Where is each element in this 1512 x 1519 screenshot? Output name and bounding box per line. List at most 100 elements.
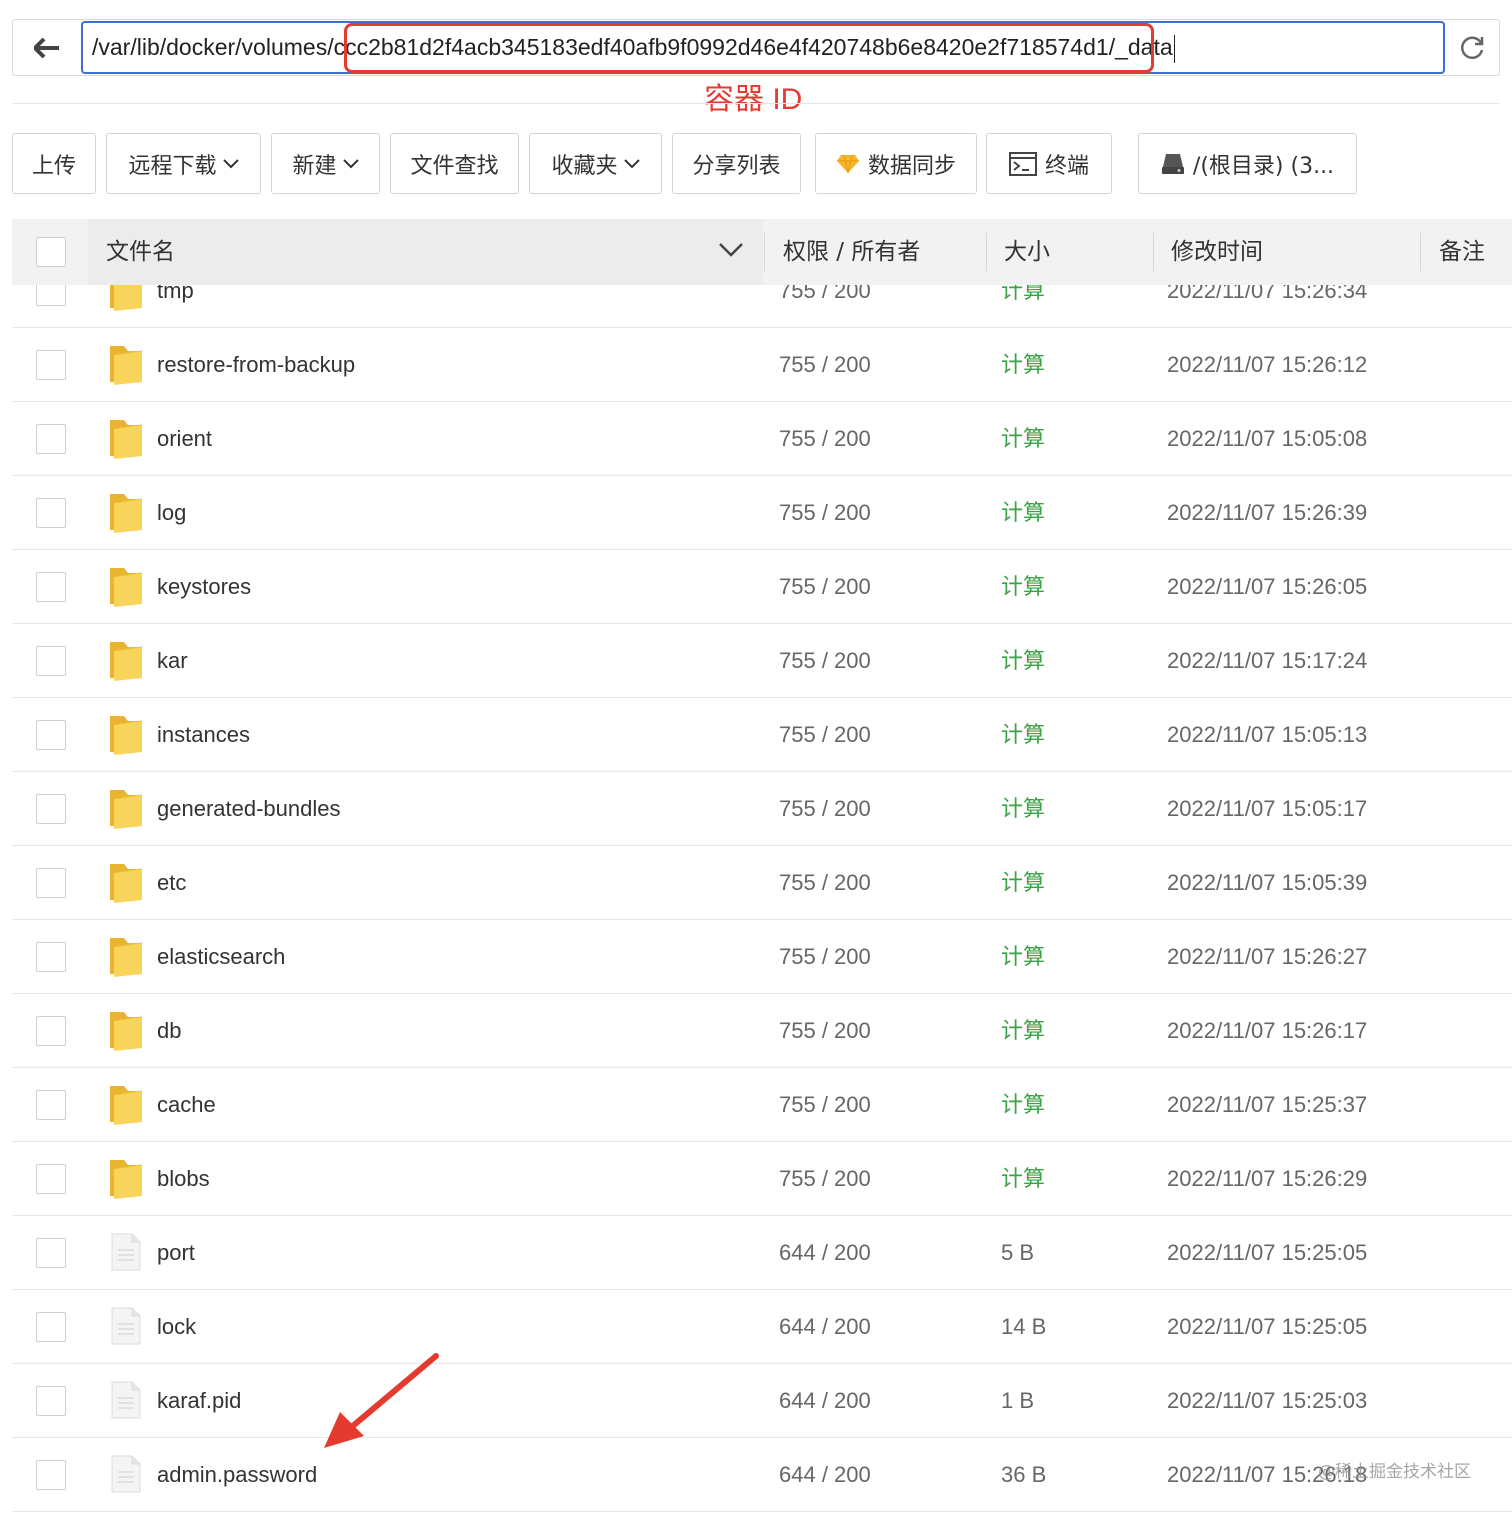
calculate-size-link[interactable]: 计算 xyxy=(1001,994,1045,1068)
calculate-size-link[interactable]: 计算 xyxy=(1001,476,1045,550)
file-name[interactable]: tmp xyxy=(157,285,194,328)
permission-owner[interactable]: 755 / 200 xyxy=(779,285,871,328)
permission-owner[interactable]: 755 / 200 xyxy=(779,772,871,846)
upload-button[interactable]: 上传 xyxy=(12,133,96,194)
back-arrow-icon[interactable] xyxy=(13,20,81,75)
calculate-size-link[interactable]: 计算 xyxy=(1001,550,1045,624)
table-row[interactable]: tmp 755 / 200 计算 2022/11/07 15:26:34 xyxy=(12,285,1512,328)
file-name[interactable]: blobs xyxy=(157,1142,210,1216)
table-row[interactable]: admin.password 644 / 200 36 B 2022/11/07 15… xyxy=(12,1438,1512,1512)
select-all-checkbox[interactable] xyxy=(36,237,66,267)
remote-download-button[interactable]: 远程下载 xyxy=(106,133,261,194)
permission-owner[interactable]: 755 / 200 xyxy=(779,550,871,624)
file-name[interactable]: log xyxy=(157,476,186,550)
table-row[interactable]: keystores 755 / 200 计算 2022/11/07 15:26:05 xyxy=(12,550,1512,624)
share-list-button[interactable]: 分享列表 xyxy=(672,133,801,194)
file-name[interactable]: port xyxy=(157,1216,195,1290)
row-checkbox[interactable] xyxy=(36,942,66,972)
calculate-size-link[interactable]: 计算 xyxy=(1001,624,1045,698)
disk-button[interactable]: /(根目录) (3... xyxy=(1138,133,1357,194)
permission-owner[interactable]: 755 / 200 xyxy=(779,624,871,698)
refresh-icon[interactable] xyxy=(1444,20,1499,75)
permission-owner[interactable]: 644 / 200 xyxy=(779,1438,871,1512)
permission-owner[interactable]: 755 / 200 xyxy=(779,328,871,402)
row-checkbox[interactable] xyxy=(36,720,66,750)
table-row[interactable]: port 644 / 200 5 B 2022/11/07 15:25:05 xyxy=(12,1216,1512,1290)
file-name[interactable]: elasticsearch xyxy=(157,920,285,994)
row-checkbox[interactable] xyxy=(36,572,66,602)
header-name[interactable]: 文件名 xyxy=(106,219,175,285)
table-row[interactable]: instances 755 / 200 计算 2022/11/07 15:05:13 xyxy=(12,698,1512,772)
row-checkbox[interactable] xyxy=(36,868,66,898)
row-checkbox[interactable] xyxy=(36,1460,66,1490)
row-checkbox[interactable] xyxy=(36,1312,66,1342)
permission-owner[interactable]: 755 / 200 xyxy=(779,920,871,994)
calculate-size-link[interactable]: 计算 xyxy=(1001,846,1045,920)
calculate-size-link[interactable]: 计算 xyxy=(1001,1068,1045,1142)
terminal-button[interactable]: 终端 xyxy=(986,133,1112,194)
permission-owner[interactable]: 755 / 200 xyxy=(779,402,871,476)
table-row[interactable]: generated-bundles 755 / 200 计算 2022/11/07 1… xyxy=(12,772,1512,846)
row-checkbox[interactable] xyxy=(36,1386,66,1416)
table-row[interactable]: etc 755 / 200 计算 2022/11/07 15:05:39 xyxy=(12,846,1512,920)
permission-owner[interactable]: 755 / 200 xyxy=(779,1068,871,1142)
row-checkbox[interactable] xyxy=(36,1016,66,1046)
permission-owner[interactable]: 755 / 200 xyxy=(779,846,871,920)
data-sync-button[interactable]: 数据同步 xyxy=(815,133,977,194)
row-checkbox[interactable] xyxy=(36,1164,66,1194)
row-checkbox[interactable] xyxy=(36,350,66,380)
row-checkbox[interactable] xyxy=(36,285,66,306)
permission-owner[interactable]: 755 / 200 xyxy=(779,698,871,772)
permission-owner[interactable]: 644 / 200 xyxy=(779,1216,871,1290)
permission-owner[interactable]: 644 / 200 xyxy=(779,1364,871,1438)
table-row[interactable]: orient 755 / 200 计算 2022/11/07 15:05:08 xyxy=(12,402,1512,476)
header-note[interactable]: 备注 xyxy=(1439,219,1485,285)
file-name[interactable]: generated-bundles xyxy=(157,772,340,846)
header-size[interactable]: 大小 xyxy=(1004,219,1050,285)
table-row[interactable]: blobs 755 / 200 计算 2022/11/07 15:26:29 xyxy=(12,1142,1512,1216)
new-button[interactable]: 新建 xyxy=(271,133,380,194)
table-row[interactable]: restore-from-backup 755 / 200 计算 2022/11/07… xyxy=(12,328,1512,402)
permission-owner[interactable]: 755 / 200 xyxy=(779,1142,871,1216)
file-name[interactable]: admin.password xyxy=(157,1438,317,1512)
file-name[interactable]: restore-from-backup xyxy=(157,328,355,402)
table-row[interactable]: cache 755 / 200 计算 2022/11/07 15:25:37 xyxy=(12,1068,1512,1142)
row-checkbox[interactable] xyxy=(36,1238,66,1268)
permission-owner[interactable]: 644 / 200 xyxy=(779,1290,871,1364)
file-search-button[interactable]: 文件查找 xyxy=(390,133,519,194)
row-checkbox[interactable] xyxy=(36,424,66,454)
header-perm-owner[interactable]: 权限 / 所有者 xyxy=(783,219,920,285)
file-name[interactable]: karaf.pid xyxy=(157,1364,241,1438)
permission-owner[interactable]: 755 / 200 xyxy=(779,994,871,1068)
file-name[interactable]: lock xyxy=(157,1290,196,1364)
calculate-size-link[interactable]: 计算 xyxy=(1001,698,1045,772)
table-row[interactable]: log 755 / 200 计算 2022/11/07 15:26:39 xyxy=(12,476,1512,550)
file-name[interactable]: orient xyxy=(157,402,212,476)
calculate-size-link[interactable]: 计算 xyxy=(1001,920,1045,994)
name-header-cell[interactable] xyxy=(88,219,763,285)
table-row[interactable]: db 755 / 200 计算 2022/11/07 15:26:17 xyxy=(12,994,1512,1068)
calculate-size-link[interactable]: 计算 xyxy=(1001,1142,1045,1216)
file-name[interactable]: etc xyxy=(157,846,186,920)
row-checkbox[interactable] xyxy=(36,1090,66,1120)
file-name[interactable]: keystores xyxy=(157,550,251,624)
table-row[interactable]: elasticsearch 755 / 200 计算 2022/11/07 15:26… xyxy=(12,920,1512,994)
favorites-button[interactable]: 收藏夹 xyxy=(529,133,662,194)
file-name[interactable]: instances xyxy=(157,698,250,772)
row-checkbox[interactable] xyxy=(36,498,66,528)
row-checkbox[interactable] xyxy=(36,794,66,824)
permission-owner[interactable]: 755 / 200 xyxy=(779,476,871,550)
chevron-down-icon[interactable] xyxy=(718,241,744,259)
table-row[interactable]: karaf.pid 644 / 200 1 B 2022/11/07 15:25:03 xyxy=(12,1364,1512,1438)
calculate-size-link[interactable]: 计算 xyxy=(1001,772,1045,846)
header-mtime[interactable]: 修改时间 xyxy=(1171,219,1263,285)
file-name[interactable]: cache xyxy=(157,1068,216,1142)
calculate-size-link[interactable]: 计算 xyxy=(1001,285,1045,328)
file-name[interactable]: kar xyxy=(157,624,188,698)
calculate-size-link[interactable]: 计算 xyxy=(1001,328,1045,402)
calculate-size-link[interactable]: 计算 xyxy=(1001,402,1045,476)
table-row[interactable]: kar 755 / 200 计算 2022/11/07 15:17:24 xyxy=(12,624,1512,698)
table-row[interactable]: lock 644 / 200 14 B 2022/11/07 15:25:05 xyxy=(12,1290,1512,1364)
file-name[interactable]: db xyxy=(157,994,181,1068)
row-checkbox[interactable] xyxy=(36,646,66,676)
